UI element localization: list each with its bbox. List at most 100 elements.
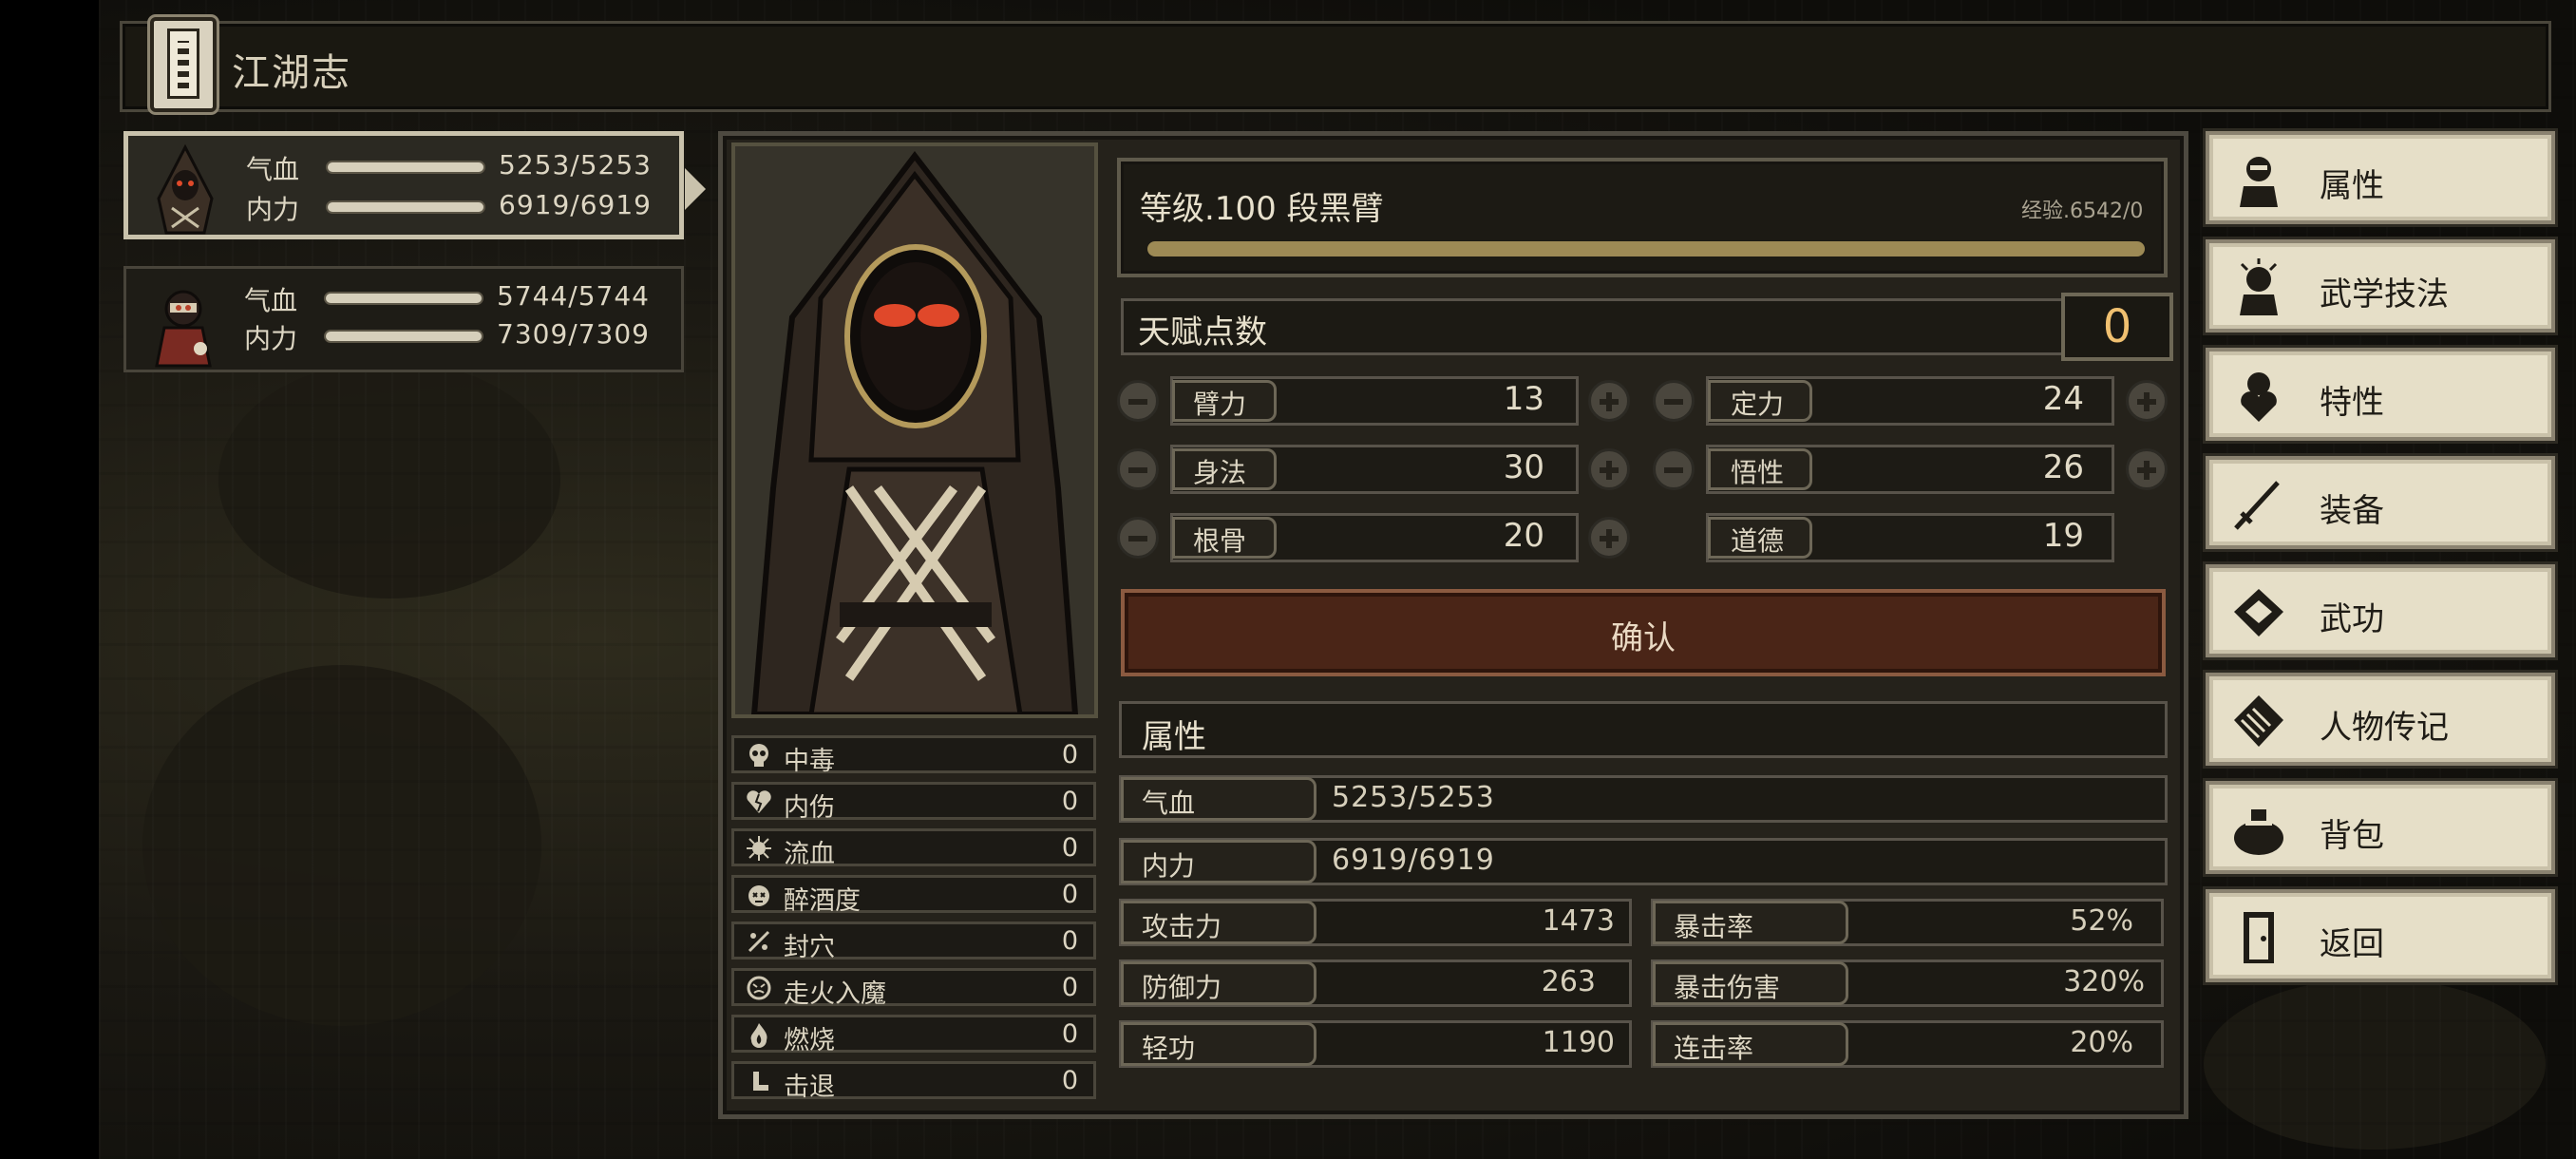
menu-equipment-button[interactable]: 装备 [2206,456,2555,549]
menu-attributes-button[interactable]: 属性 [2206,131,2555,224]
mp-value: 6919/6919 [499,189,652,220]
stat-value-defense: 263 [1541,965,1596,998]
minus-strength-button[interactable] [1117,380,1159,422]
minus-comprehension-button[interactable] [1653,448,1695,490]
mp-bar [326,200,485,214]
menu-martial-arts-button[interactable]: 武功 [2206,564,2555,657]
menu-label: 装备 [2320,492,2384,530]
stat-label-attack: 攻击力 [1142,911,1222,942]
menu-label: 属性 [2320,167,2384,205]
confirm-button-label: 确认 [1611,619,1676,657]
party-member-card-2[interactable]: 气血 5744/5744 内力 7309/7309 [123,266,684,372]
menu-label: 人物传记 [2320,709,2449,747]
status-name: 醉酒度 [784,886,861,916]
talent-points-row [1121,298,2147,355]
attr-value-constitution: 20 [1503,517,1544,555]
status-name: 内伤 [784,793,835,823]
talent-points-value: 0 [2102,300,2132,353]
door-icon [2244,912,2274,963]
companion-avatar [155,290,212,368]
attributes-section-title: 属性 [1142,718,1206,756]
status-name: 击退 [784,1073,835,1102]
dizzy-face-icon [748,885,769,906]
mp-label: 内力 [244,323,298,354]
hp-value: 5744/5744 [497,280,650,312]
journal-book-icon [150,17,217,112]
plus-constitution-button[interactable] [1588,517,1630,559]
status-row-burning: 燃烧 0 [731,1015,1096,1055]
character-skills-icon [2240,258,2278,315]
hp-value: 5253/5253 [499,149,652,180]
level-title: 等级.100 段黑臂 [1140,190,1384,228]
blood-splash-icon [747,836,771,861]
menu-traits-button[interactable]: 特性 [2206,348,2555,441]
menu-label: 武学技法 [2320,276,2449,314]
attr-value-comprehension: 26 [2042,448,2084,486]
status-name: 流血 [784,840,835,869]
title-bar [120,21,2551,112]
status-row-qi-deviation: 走火入魔 0 [731,968,1096,1009]
plus-comprehension-button[interactable] [2126,448,2168,490]
attr-name-comprehension: 悟性 [1731,457,1785,488]
plus-strength-button[interactable] [1588,380,1630,422]
attr-value-strength: 13 [1503,380,1544,418]
menu-label: 武功 [2320,600,2384,638]
status-value: 0 [1061,833,1078,863]
menu-inventory-button[interactable]: 背包 [2206,781,2555,874]
hp-bar [324,292,483,305]
mp-row-label: 内力 [1142,850,1196,882]
attr-name-constitution: 根骨 [1193,525,1247,557]
bag-icon [2234,809,2283,855]
status-row-bleeding: 流血 0 [731,828,1096,869]
plus-agility-button[interactable] [1588,448,1630,490]
stat-label-crit-damage: 暴击伤害 [1674,972,1781,1003]
status-row-sealed-points: 封穴 0 [731,922,1096,962]
plus-composure-button[interactable] [2126,380,2168,422]
needle-icon [748,930,770,953]
flame-icon [750,1023,767,1048]
menu-martial-techniques-button[interactable]: 武学技法 [2206,239,2555,332]
hp-row-value: 5253/5253 [1332,781,1495,814]
status-name: 封穴 [784,933,835,962]
status-name: 走火入魔 [784,979,886,1009]
attr-value-composure: 24 [2042,380,2084,418]
mp-value: 7309/7309 [497,318,650,350]
hp-label: 气血 [244,285,298,316]
status-value: 0 [1061,880,1078,909]
menu-return-button[interactable]: 返回 [2206,889,2555,982]
hp-label: 气血 [246,154,300,185]
stat-value-attack: 1473 [1542,904,1615,938]
broken-heart-icon [747,790,771,813]
character-heart-icon [2241,372,2277,422]
stat-value-lightness: 1190 [1542,1026,1615,1059]
attr-value-agility: 30 [1503,448,1544,486]
stat-label-combo-rate: 连击率 [1674,1033,1754,1064]
status-value: 0 [1061,1019,1078,1049]
boot-icon [753,1072,768,1091]
scroll-icon [2234,695,2283,747]
menu-label: 背包 [2320,817,2384,855]
attr-value-morality: 19 [2042,517,2084,555]
status-name: 中毒 [784,747,835,776]
exp-text: 经验.6542/0 [2021,200,2144,223]
menu-label: 特性 [2320,384,2384,422]
status-value: 0 [1061,973,1078,1002]
manual-book-icon [2234,589,2283,636]
status-row-knockback: 击退 0 [731,1061,1096,1102]
sword-icon [2234,481,2280,530]
hp-bar [326,161,485,174]
exp-bar [1147,241,2145,256]
menu-biography-button[interactable]: 人物传记 [2206,673,2555,766]
status-value: 0 [1061,926,1078,956]
mp-row-value: 6919/6919 [1332,844,1495,877]
party-member-card-1[interactable]: 气血 5253/5253 内力 6919/6919 [123,131,706,239]
stat-label-lightness: 轻功 [1142,1033,1196,1064]
attr-name-strength: 臂力 [1193,389,1247,420]
minus-agility-button[interactable] [1117,448,1159,490]
minus-constitution-button[interactable] [1117,517,1159,559]
stat-value-crit-damage: 320% [2063,965,2145,998]
minus-composure-button[interactable] [1653,380,1695,422]
page-title: 江湖志 [232,51,351,95]
menu-label: 返回 [2320,925,2384,963]
status-value: 0 [1061,1066,1078,1095]
